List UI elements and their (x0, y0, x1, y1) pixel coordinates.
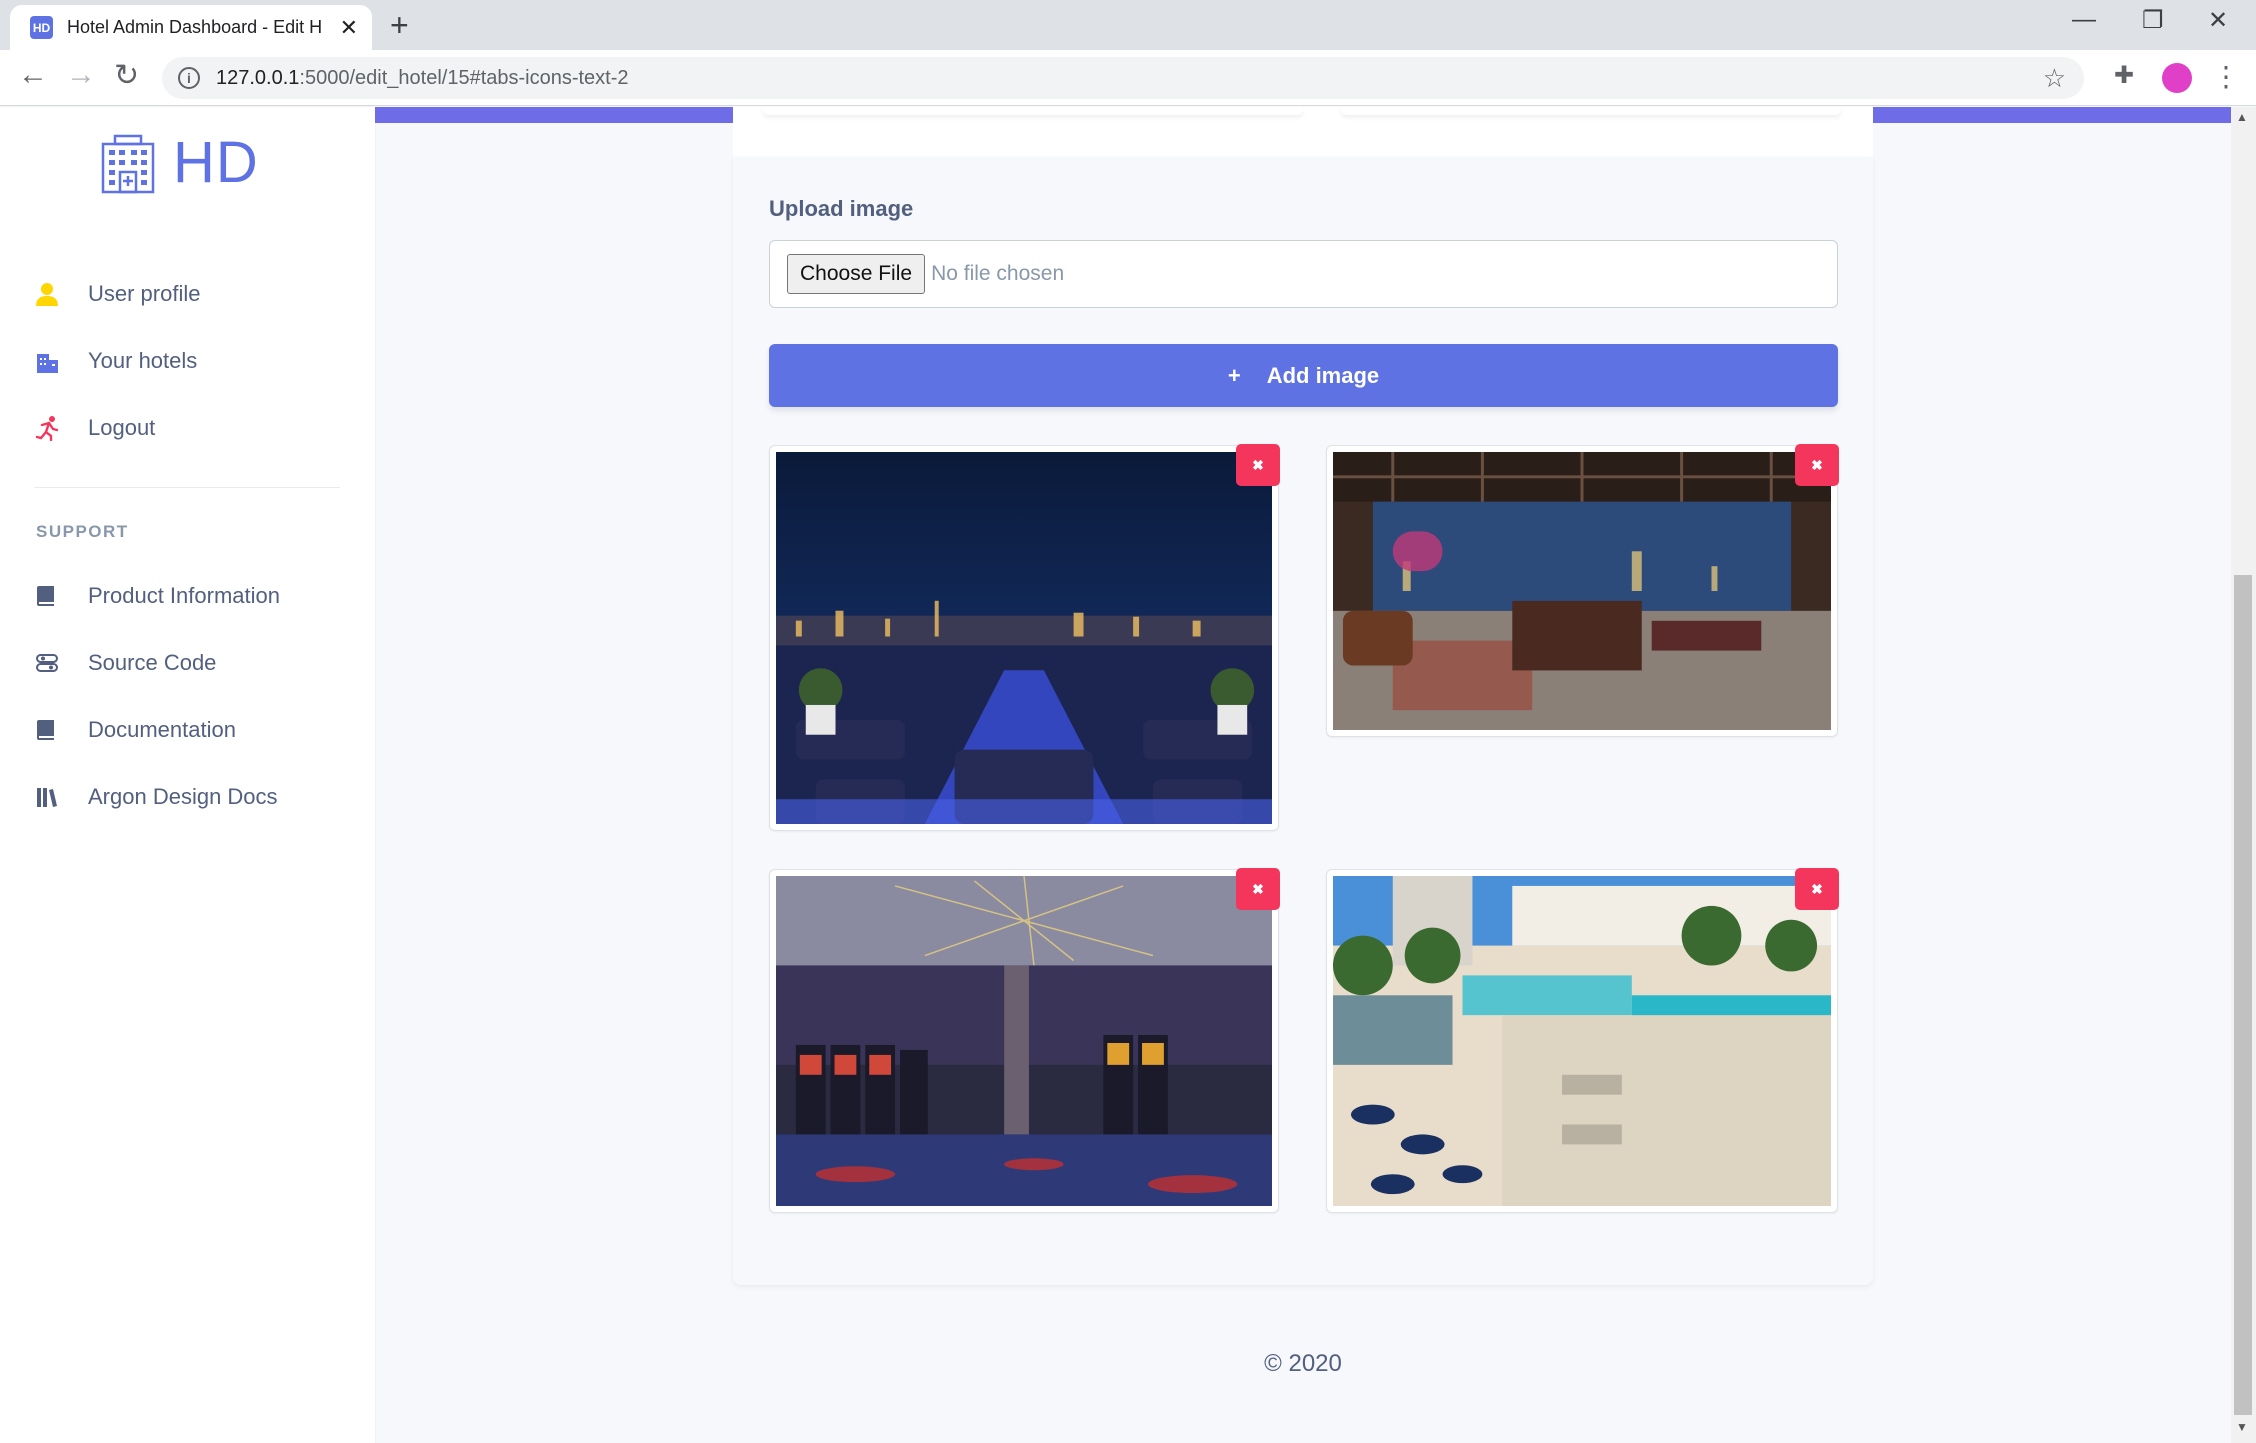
reload-icon[interactable]: ↻ (114, 58, 139, 93)
form-field-bottom (763, 107, 1303, 115)
book-icon (37, 586, 54, 606)
browser-tabstrip: HD Hotel Admin Dashboard - Edit H ✕ + — … (0, 0, 2256, 50)
scroll-up-icon[interactable]: ▲ (2236, 110, 2248, 124)
favicon-icon: HD (30, 16, 53, 39)
sidebar-item-label: Your hotels (88, 348, 198, 373)
support-heading: SUPPORT (36, 522, 129, 541)
sidebar-item-product-information[interactable]: Product Information (34, 583, 280, 609)
window-close-icon[interactable]: ✕ (2208, 6, 2228, 35)
hotel-image-casino (776, 876, 1272, 1206)
card-upper-section (733, 107, 1873, 157)
no-file-text: No file chosen (931, 262, 1065, 285)
tab-title: Hotel Admin Dashboard - Edit H (67, 17, 323, 37)
sidebar-item-argon-design-docs[interactable]: Argon Design Docs (34, 784, 278, 810)
book-icon (37, 720, 54, 740)
minimize-icon[interactable]: — (2072, 6, 2096, 34)
restore-icon[interactable]: ❐ (2142, 6, 2164, 35)
running-icon (35, 416, 59, 441)
sidebar: HD User profile Your hotels Logout SUPPO… (0, 107, 375, 1443)
sidebar-item-label: User profile (88, 281, 201, 306)
sidebar-item-user-profile[interactable]: User profile (34, 281, 200, 307)
back-icon[interactable]: ← (18, 58, 48, 92)
sidebar-item-source-code[interactable]: Source Code (34, 650, 216, 676)
extensions-icon[interactable]: ✚ (2114, 61, 2134, 90)
url-host: 127.0.0.1 (216, 66, 300, 89)
library-icon (37, 788, 57, 807)
add-image-button[interactable]: + Add image (769, 344, 1838, 407)
sidebar-item-your-hotels[interactable]: Your hotels (34, 348, 197, 374)
delete-image-button[interactable]: ✖ (1795, 444, 1839, 486)
plus-icon: + (1227, 362, 1241, 388)
form-field-bottom (1341, 107, 1841, 115)
file-input[interactable]: Choose File No file chosen (769, 240, 1838, 308)
new-tab-icon[interactable]: + (390, 8, 409, 42)
code-icon (36, 654, 58, 672)
choose-file-button[interactable]: Choose File (787, 254, 926, 294)
scroll-down-icon[interactable]: ▼ (2236, 1420, 2248, 1434)
delete-image-button[interactable]: ✖ (1795, 868, 1839, 910)
hotel-image-card: ✖ (769, 444, 1280, 831)
delete-image-button[interactable]: ✖ (1236, 868, 1280, 910)
delete-image-button[interactable]: ✖ (1236, 444, 1280, 486)
hotel-image-suite (1333, 452, 1831, 730)
building-icon (37, 354, 58, 373)
hotel-building-icon (101, 134, 155, 193)
site-info-icon[interactable]: i (178, 67, 200, 89)
footer-copyright: © 2020 (1264, 1350, 1342, 1377)
brand-text: HD (173, 130, 259, 195)
sidebar-item-label: Logout (88, 415, 156, 440)
brand-logo[interactable]: HD (97, 129, 259, 196)
profile-avatar[interactable] (2162, 63, 2192, 93)
user-icon (36, 283, 58, 306)
hotel-image-pool (1333, 876, 1831, 1206)
add-image-label: Add image (1266, 362, 1380, 388)
sidebar-item-label: Argon Design Docs (88, 784, 278, 809)
sidebar-divider (34, 487, 340, 488)
forward-icon[interactable]: → (66, 58, 96, 92)
sidebar-item-logout[interactable]: Logout (34, 415, 155, 441)
sidebar-item-label: Product Information (88, 583, 280, 608)
sidebar-item-label: Source Code (88, 650, 217, 675)
sidebar-item-label: Documentation (88, 717, 236, 742)
hotel-image-card: ✖ (1326, 444, 1839, 737)
sidebar-item-documentation[interactable]: Documentation (34, 717, 236, 743)
browser-toolbar: ← → ↻ i 127.0.0.1:5000/edit_hotel/15#tab… (0, 50, 2256, 106)
url-path: :5000/edit_hotel/15#tabs-icons-text-2 (299, 66, 629, 89)
hotel-image-card: ✖ (1326, 868, 1839, 1213)
upload-image-label: Upload image (769, 196, 914, 221)
hotel-image-rooftop (776, 452, 1272, 824)
hotel-image-card: ✖ (769, 868, 1280, 1213)
scrollbar-thumb[interactable] (2234, 575, 2252, 1415)
address-bar[interactable]: i 127.0.0.1:5000/edit_hotel/15#tabs-icon… (162, 57, 2084, 99)
close-tab-icon[interactable]: ✕ (340, 15, 358, 41)
bookmark-star-icon[interactable]: ☆ (2043, 63, 2066, 94)
browser-tab[interactable]: HD Hotel Admin Dashboard - Edit H ✕ (10, 5, 372, 50)
browser-menu-icon[interactable]: ⋮ (2212, 60, 2240, 93)
